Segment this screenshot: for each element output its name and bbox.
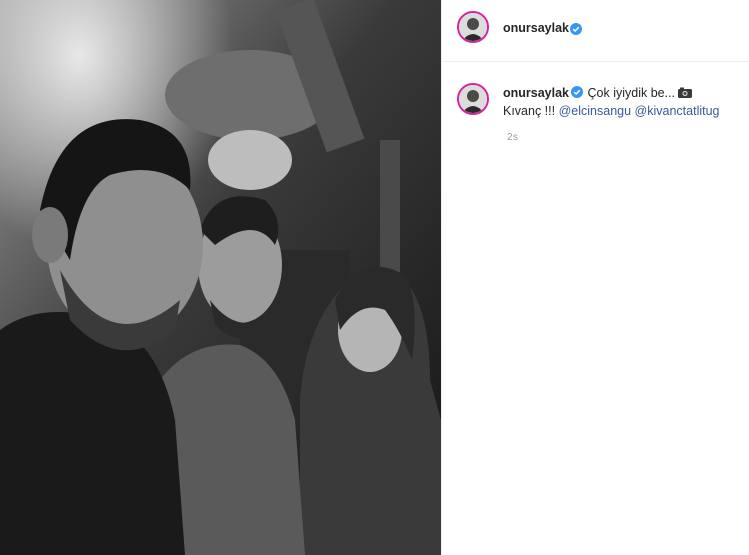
- post-header: onursaylak: [442, 0, 749, 62]
- instagram-post: onursaylak onursaylak Çok iyiydik be... …: [0, 0, 749, 555]
- caption-line2: Kıvanç !!!: [503, 104, 556, 118]
- header-username[interactable]: onursaylak: [503, 21, 569, 35]
- avatar[interactable]: [457, 11, 489, 43]
- verified-badge-icon: [571, 86, 584, 98]
- post-photo[interactable]: [0, 0, 441, 555]
- caption-text: onursaylak Çok iyiydik be... Kıvanç !!! …: [503, 84, 733, 120]
- mention-link-elcinsangu[interactable]: @elcinsangu: [559, 104, 631, 118]
- mention-link-kivanctatlitug[interactable]: @kivanctatlitug: [635, 104, 720, 118]
- caption-line1: Çok iyiydik be...: [587, 86, 676, 100]
- avatar-image: [459, 13, 487, 41]
- caption-username[interactable]: onursaylak: [503, 86, 569, 100]
- camera-emoji-icon: [678, 87, 693, 98]
- post-timestamp[interactable]: 2s: [507, 132, 518, 143]
- comment-avatar[interactable]: [457, 83, 489, 115]
- verified-badge-icon: [570, 23, 582, 35]
- avatar-image: [459, 85, 487, 113]
- photo-image: [0, 0, 441, 555]
- post-sidebar: onursaylak onursaylak Çok iyiydik be... …: [441, 0, 749, 555]
